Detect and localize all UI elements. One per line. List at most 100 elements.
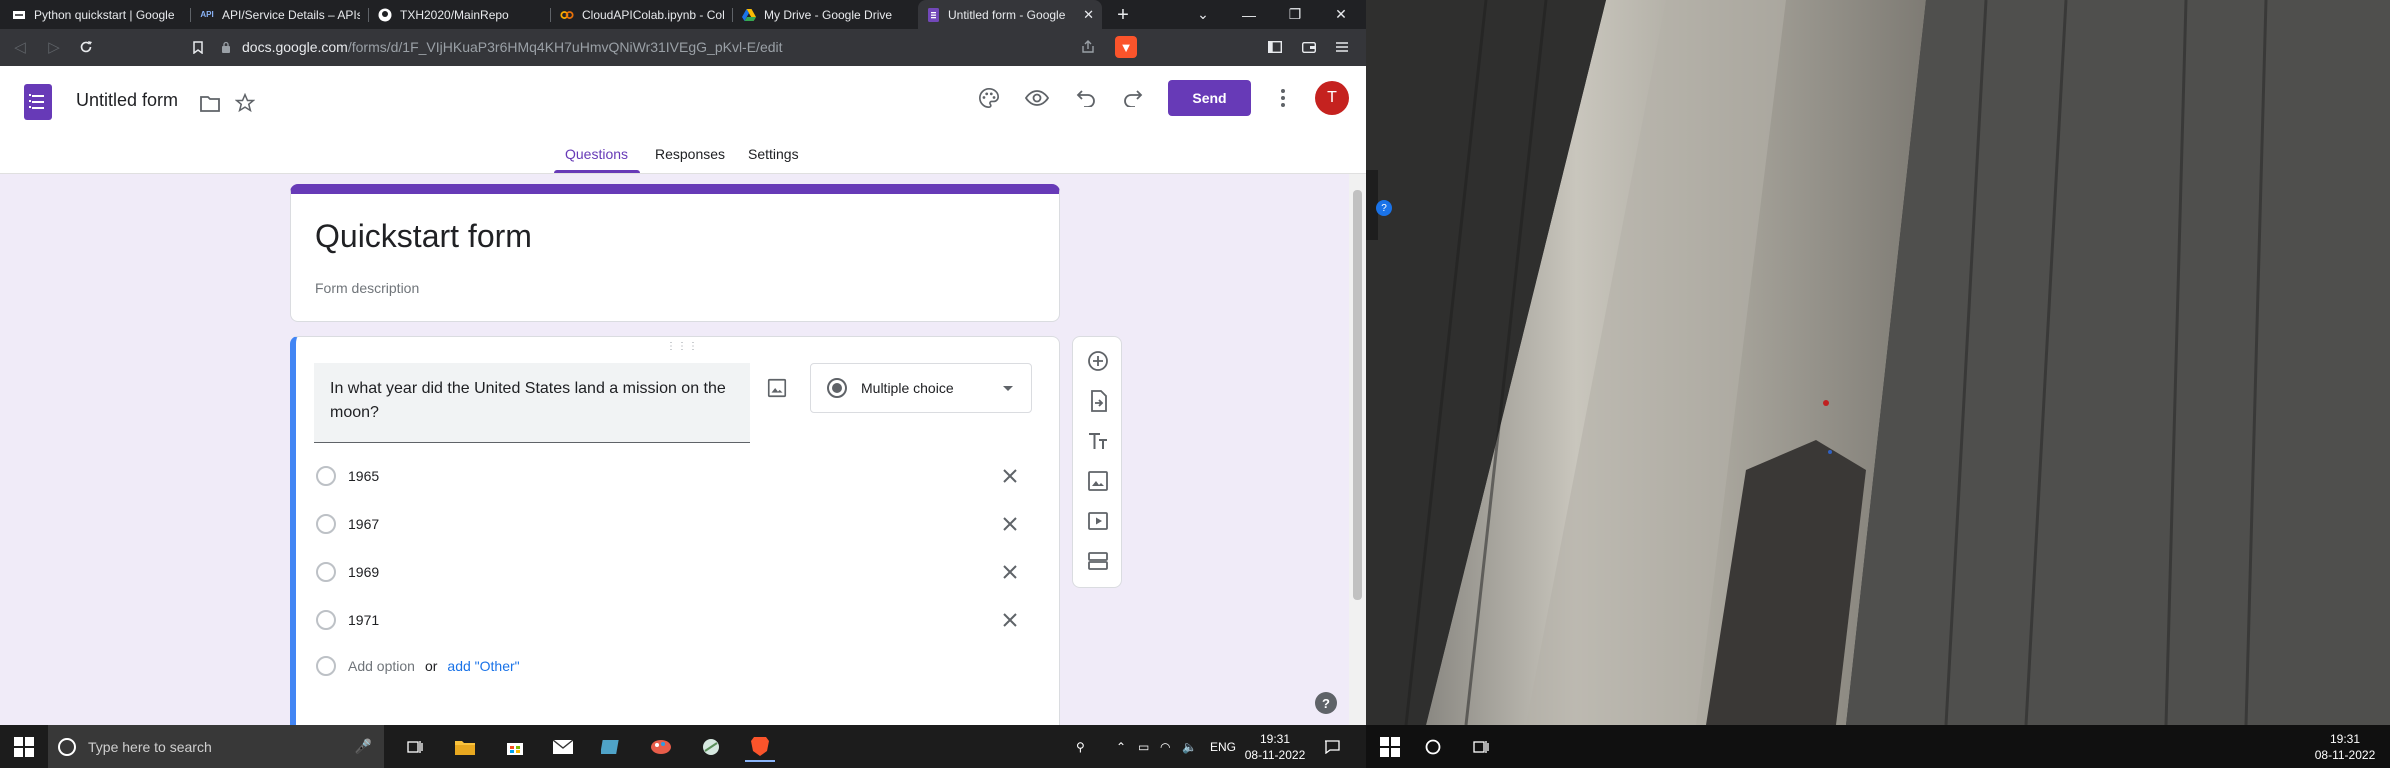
- option-text[interactable]: 1971: [348, 612, 998, 628]
- restore-button[interactable]: ❐: [1272, 0, 1318, 29]
- tab-api-service-details[interactable]: API API/Service Details – APIs &: [192, 0, 368, 29]
- cortana-icon: [58, 737, 76, 756]
- option-text[interactable]: 1967: [348, 516, 998, 532]
- answer-option[interactable]: 1969: [316, 557, 1036, 587]
- add-title-icon[interactable]: [1086, 429, 1110, 453]
- address-bar[interactable]: docs.google.com/forms/d/1F_VIjHKuaP3r6HM…: [242, 34, 1122, 60]
- close-tab-icon[interactable]: ✕: [1083, 7, 1094, 23]
- volume-icon[interactable]: 🔈: [1182, 725, 1197, 768]
- share-icon[interactable]: [1076, 35, 1100, 59]
- question-card[interactable]: ⋮⋮⋮ In what year did the United States l…: [290, 336, 1060, 725]
- add-image-icon[interactable]: [766, 377, 790, 401]
- remove-option-icon[interactable]: [998, 464, 1022, 488]
- more-options-icon[interactable]: [1267, 82, 1299, 114]
- undo-icon[interactable]: [1070, 82, 1102, 114]
- microphone-icon[interactable]: 🎤: [355, 738, 372, 755]
- task-view-icon[interactable]: [400, 732, 430, 762]
- tab-responses[interactable]: Responses: [655, 146, 725, 162]
- option-text[interactable]: 1965: [348, 468, 998, 484]
- cortana-icon[interactable]: [1418, 732, 1448, 762]
- mail-icon[interactable]: [548, 732, 578, 762]
- tab-google-drive[interactable]: My Drive - Google Drive: [734, 0, 914, 29]
- radio-circle-icon: [316, 514, 336, 534]
- form-title-card[interactable]: Quickstart form Form description: [290, 184, 1060, 322]
- minimize-button[interactable]: —: [1226, 0, 1272, 29]
- answer-option[interactable]: 1965: [316, 461, 1036, 491]
- colab-icon: [560, 8, 574, 22]
- tab-python-quickstart[interactable]: Python quickstart | Google: [4, 0, 190, 29]
- language-indicator[interactable]: ENG: [1210, 725, 1236, 768]
- windows-start-icon[interactable]: [14, 737, 34, 757]
- paint-icon[interactable]: [646, 732, 676, 762]
- avatar[interactable]: T: [1315, 81, 1349, 115]
- add-option-button[interactable]: Add option: [348, 658, 415, 674]
- close-window-button[interactable]: ✕: [1318, 0, 1364, 29]
- answer-option[interactable]: 1967: [316, 509, 1036, 539]
- remove-option-icon[interactable]: [998, 608, 1022, 632]
- add-video-icon[interactable]: [1086, 509, 1110, 533]
- folder-icon[interactable]: [194, 88, 226, 120]
- tab-settings[interactable]: Settings: [748, 146, 799, 162]
- tab-search-chevron-icon[interactable]: ⌄: [1180, 0, 1226, 29]
- new-tab-button[interactable]: +: [1110, 2, 1136, 28]
- bookmark-icon[interactable]: [186, 35, 210, 59]
- google-forms-logo[interactable]: [24, 84, 52, 120]
- option-text[interactable]: 1969: [348, 564, 998, 580]
- remove-option-icon[interactable]: [998, 560, 1022, 584]
- microsoft-store-icon[interactable]: [500, 732, 530, 762]
- app-icon-blue[interactable]: [596, 732, 626, 762]
- forms-header: Untitled form Send T Questions Responses…: [0, 66, 1366, 174]
- brave-taskbar-icon[interactable]: [745, 732, 775, 762]
- forward-icon[interactable]: ▷: [42, 35, 66, 59]
- add-other-link[interactable]: add "Other": [447, 658, 519, 674]
- preview-eye-icon[interactable]: [1021, 82, 1053, 114]
- battery-icon[interactable]: ▭: [1138, 725, 1149, 768]
- add-image-icon[interactable]: [1086, 469, 1110, 493]
- lock-icon[interactable]: [214, 35, 238, 59]
- windows-start-icon[interactable]: [1380, 737, 1400, 757]
- star-icon[interactable]: [229, 87, 261, 119]
- taskbar-clock[interactable]: 19:31 08-11-2022: [1240, 731, 1310, 763]
- drag-handle-icon[interactable]: ⋮⋮⋮: [666, 341, 699, 352]
- question-title-input[interactable]: In what year did the United States land …: [314, 363, 750, 443]
- help-icon[interactable]: ?: [1315, 692, 1337, 714]
- file-explorer-icon[interactable]: [450, 732, 480, 762]
- send-button[interactable]: Send: [1168, 80, 1251, 116]
- document-title[interactable]: Untitled form: [76, 90, 178, 111]
- notifications-icon[interactable]: [1324, 725, 1340, 768]
- sidebar-toggle-icon[interactable]: [1263, 35, 1287, 59]
- form-editor-canvas: Quickstart form Form description ⋮⋮⋮ In …: [0, 174, 1366, 725]
- show-hidden-icons[interactable]: ⌃: [1116, 725, 1126, 768]
- app-icon-cyan[interactable]: [696, 732, 726, 762]
- page-scrollbar[interactable]: [1349, 174, 1366, 725]
- wifi-icon[interactable]: ◠: [1160, 725, 1170, 768]
- right-monitor-desktop: ? 19:31 08-11-2022: [1366, 0, 2390, 768]
- tab-questions[interactable]: Questions: [565, 146, 628, 162]
- redo-icon[interactable]: [1117, 82, 1149, 114]
- menu-icon[interactable]: [1330, 35, 1354, 59]
- search-placeholder: Type here to search: [88, 738, 212, 755]
- back-icon[interactable]: ◁: [8, 35, 32, 59]
- tab-untitled-form[interactable]: Untitled form - Google ✕: [918, 0, 1102, 29]
- task-view-icon[interactable]: [1466, 732, 1496, 762]
- tab-github-mainrepo[interactable]: TXH2020/MainRepo: [370, 0, 550, 29]
- remove-option-icon[interactable]: [998, 512, 1022, 536]
- reload-icon[interactable]: [74, 35, 98, 59]
- tab-colab[interactable]: CloudAPIColab.ipynb - Col: [552, 0, 732, 29]
- help-widget-icon[interactable]: ?: [1376, 200, 1392, 216]
- form-title[interactable]: Quickstart form: [315, 218, 532, 255]
- taskbar-search-box[interactable]: Type here to search 🎤: [48, 725, 384, 768]
- form-description-field[interactable]: Form description: [315, 280, 419, 296]
- tab-title: API/Service Details – APIs &: [222, 7, 360, 22]
- question-type-dropdown[interactable]: Multiple choice: [810, 363, 1032, 413]
- secondary-taskbar-clock[interactable]: 19:31 08-11-2022: [2310, 731, 2380, 763]
- add-question-icon[interactable]: [1086, 349, 1110, 373]
- brave-shield-icon[interactable]: ▼: [1115, 36, 1137, 58]
- answer-option[interactable]: 1971: [316, 605, 1036, 635]
- wallet-icon[interactable]: [1297, 35, 1321, 59]
- palette-icon[interactable]: [973, 82, 1005, 114]
- scrollbar-thumb[interactable]: [1353, 190, 1362, 600]
- add-section-icon[interactable]: [1086, 549, 1110, 573]
- import-questions-icon[interactable]: [1086, 389, 1110, 413]
- people-icon[interactable]: ⚲: [1076, 725, 1085, 768]
